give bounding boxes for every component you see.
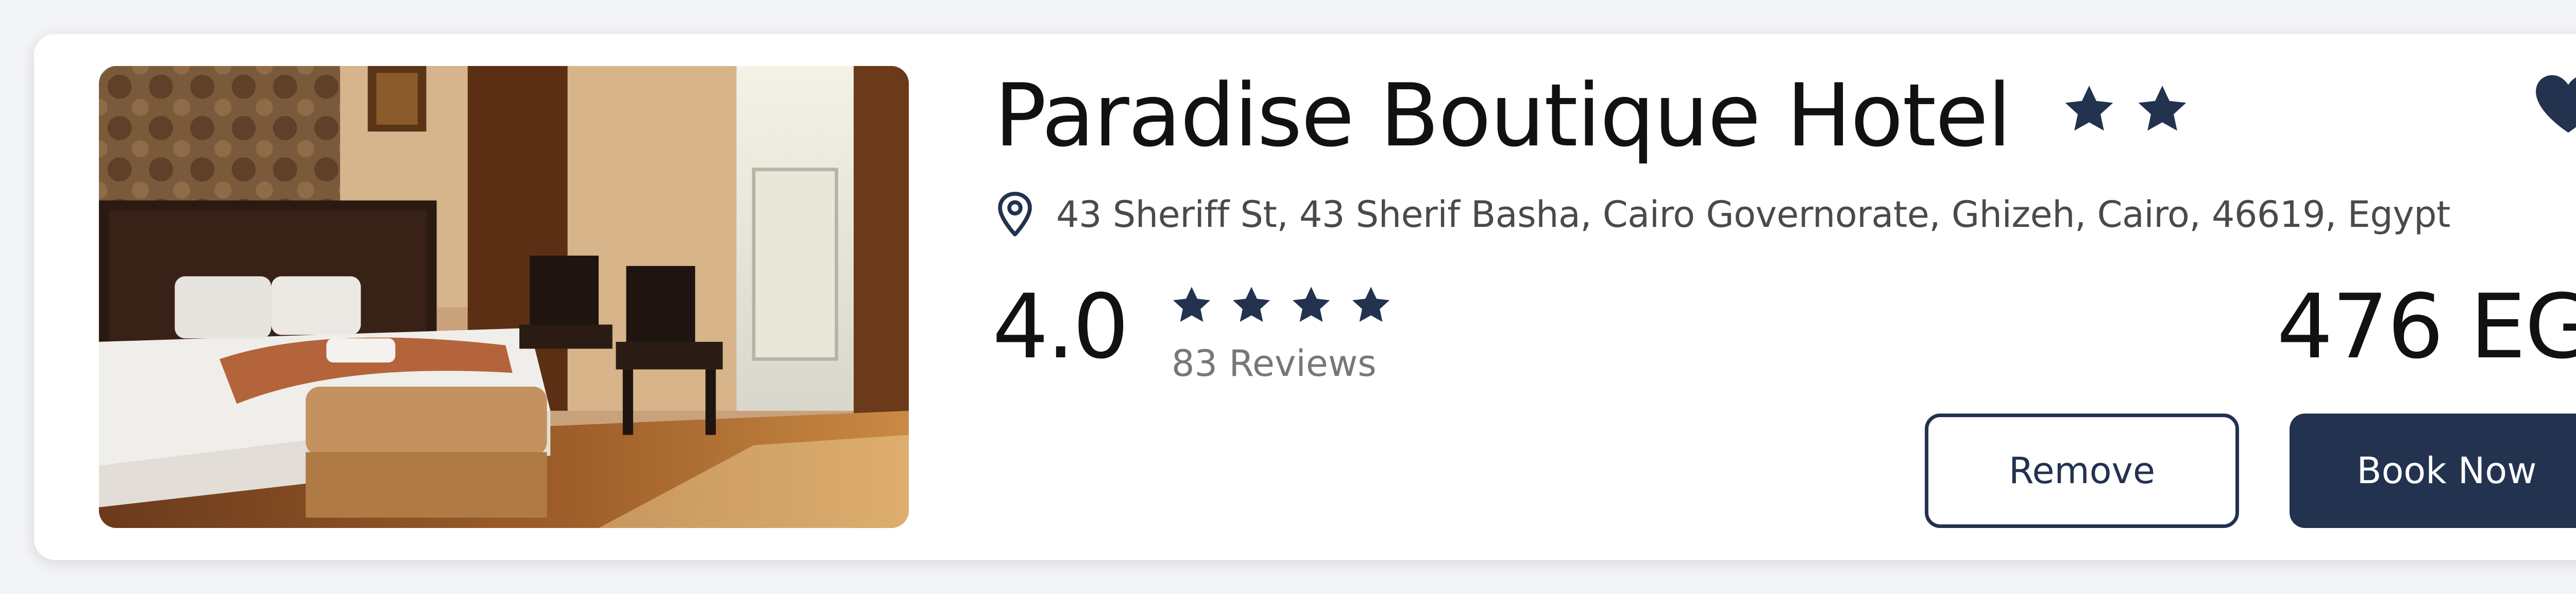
rating-stars bbox=[1170, 284, 1393, 327]
remove-button-label: Remove bbox=[2008, 450, 2156, 492]
star-icon bbox=[1173, 287, 1211, 322]
hotel-address: 43 Sheriff St, 43 Sherif Basha, Cairo Go… bbox=[1056, 193, 2451, 236]
star-icon bbox=[1232, 287, 1270, 322]
rating-value: 4.0 bbox=[992, 275, 1129, 378]
hotel-photo[interactable] bbox=[99, 66, 909, 528]
star-icon bbox=[1292, 287, 1330, 322]
star-icon bbox=[1352, 287, 1390, 322]
book-now-button[interactable]: Book Now bbox=[2290, 414, 2576, 528]
price: 476 EG bbox=[2277, 275, 2576, 378]
book-now-button-label: Book Now bbox=[2357, 450, 2537, 492]
hotel-class-stars bbox=[2061, 81, 2191, 137]
heart-icon[interactable] bbox=[2533, 72, 2576, 134]
star-icon bbox=[2138, 86, 2187, 131]
address-row: 43 Sheriff St, 43 Sherif Basha, Cairo Go… bbox=[994, 184, 2451, 245]
map-pin-icon bbox=[998, 191, 1032, 237]
star-icon bbox=[2065, 86, 2113, 131]
hotel-card: Paradise Boutique Hotel 43 Sheriff St, 4… bbox=[34, 34, 2576, 560]
remove-button[interactable]: Remove bbox=[1925, 414, 2239, 528]
hotel-name[interactable]: Paradise Boutique Hotel bbox=[994, 64, 2011, 167]
review-count[interactable]: 83 Reviews bbox=[1172, 340, 1377, 387]
hotel-room-image bbox=[99, 66, 909, 528]
